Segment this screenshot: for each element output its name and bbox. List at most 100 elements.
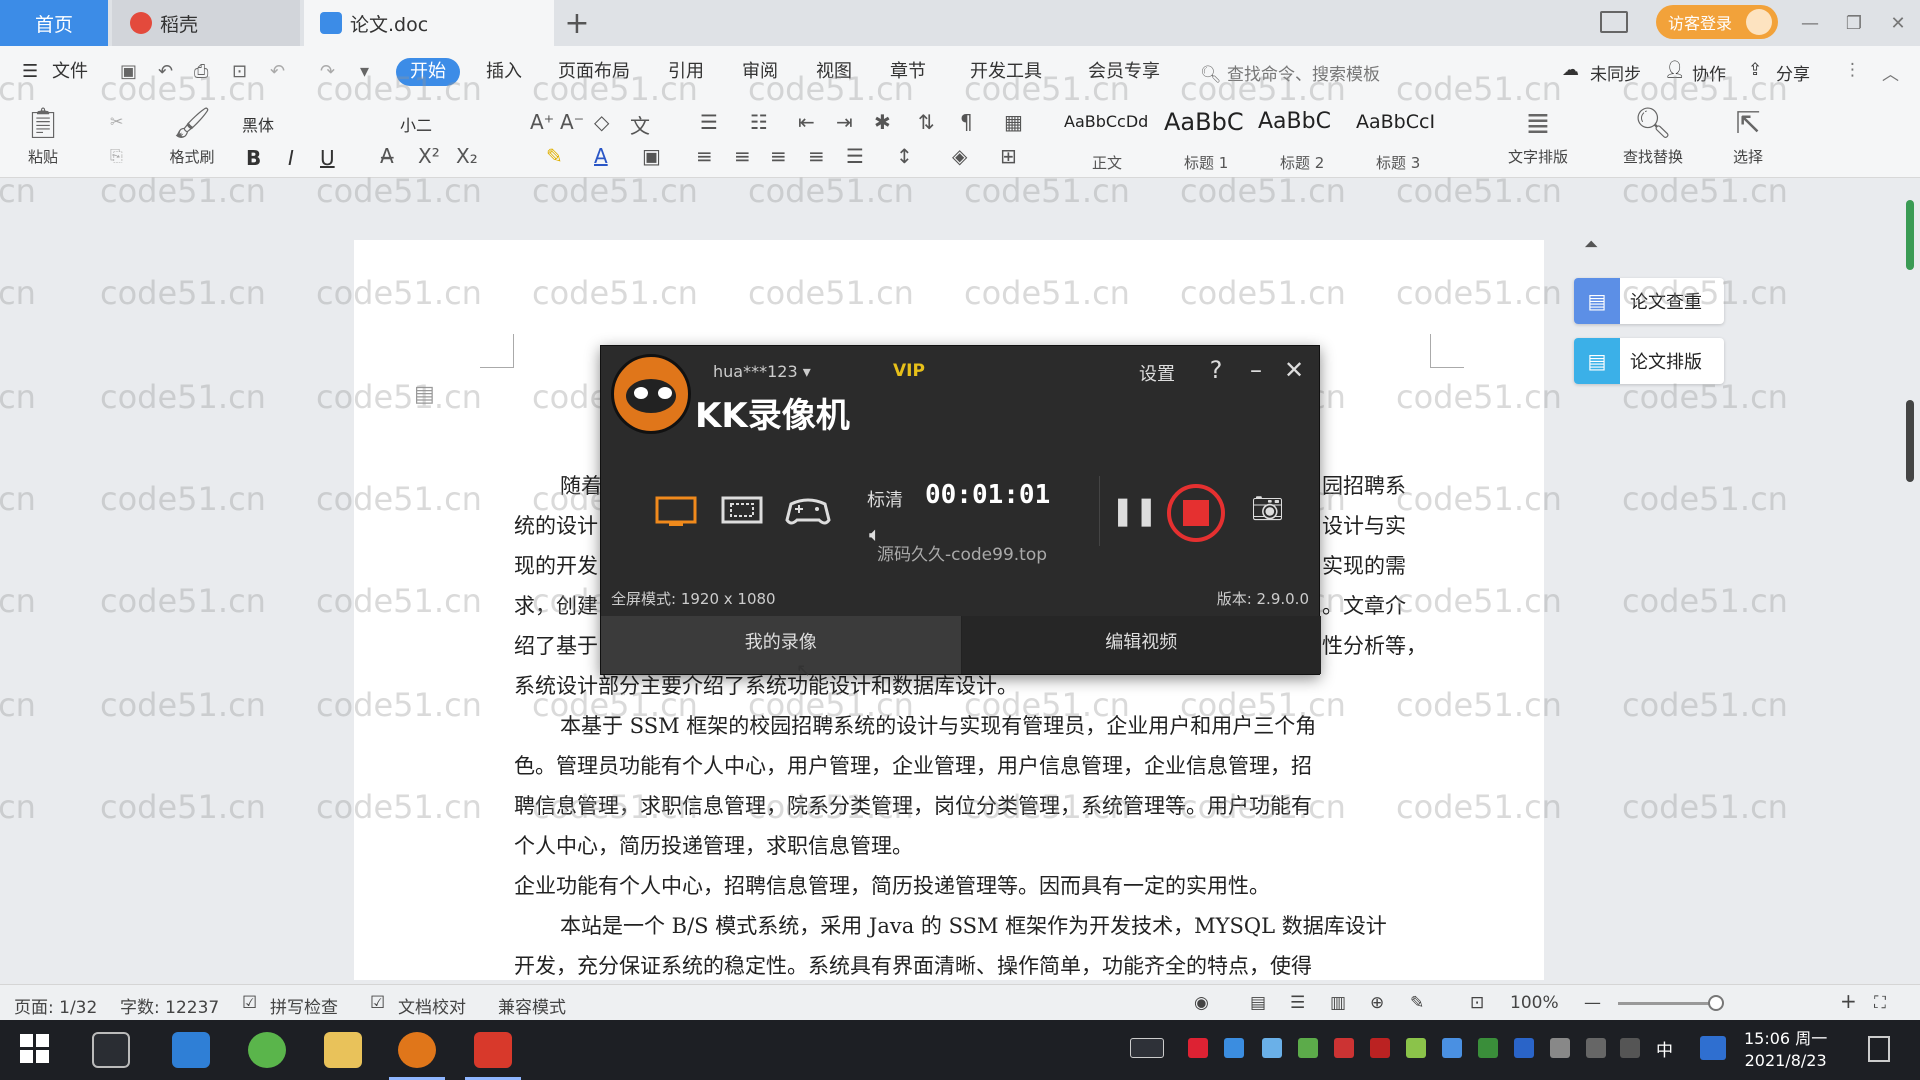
format-painter-button[interactable]: 🖌︎ 格式刷	[162, 106, 222, 167]
style-normal-preview[interactable]: AaBbCcDd	[1064, 112, 1148, 131]
fit-page-icon[interactable]: ⊡	[1470, 993, 1484, 1013]
tab-home[interactable]: 首页	[0, 0, 108, 46]
record-stop-button[interactable]	[1167, 484, 1225, 542]
hamburger-icon[interactable]: ☰	[22, 58, 38, 86]
kk-vip-badge[interactable]: VIP	[893, 361, 925, 381]
subscript-icon[interactable]: X₂	[456, 144, 478, 168]
proof-button[interactable]: 文档校对	[398, 993, 466, 1018]
paste-button[interactable]: 📋︎ 粘贴	[18, 106, 68, 167]
keyboard-tray-icon[interactable]	[1130, 1038, 1164, 1058]
phonetic-icon[interactable]: 文	[630, 110, 650, 139]
tray-app-icon-4[interactable]	[1334, 1038, 1354, 1058]
taskbar-clock[interactable]: 15:06 周一 2021/8/23	[1744, 1028, 1827, 1072]
tray-app-icon-6[interactable]	[1406, 1038, 1426, 1058]
sync-status[interactable]: 未同步	[1590, 60, 1641, 85]
eye-protect-icon[interactable]: ◉	[1194, 993, 1209, 1013]
clear-format-icon[interactable]: ◇	[594, 110, 609, 134]
select-button[interactable]: ⇱ 选择	[1720, 106, 1776, 167]
tray-shield-icon[interactable]	[1262, 1038, 1282, 1058]
search-pinwheel-icon[interactable]	[92, 1032, 130, 1068]
write-view-icon[interactable]: ✎	[1410, 993, 1424, 1013]
table-icon[interactable]: ▦	[1004, 110, 1023, 134]
undo-icon[interactable]: ↶	[158, 58, 173, 86]
menu-start[interactable]: 开始	[396, 58, 460, 86]
copy-icon[interactable]: ⎘	[110, 146, 123, 166]
menu-dev-tools[interactable]: 开发工具	[970, 58, 1042, 86]
menu-file[interactable]: 文件	[52, 58, 88, 86]
fullscreen-mode-icon[interactable]	[653, 494, 699, 528]
tray-app-icon-8[interactable]	[1478, 1038, 1498, 1058]
page-view-icon[interactable]: ▤	[1250, 993, 1266, 1013]
zoom-slider-knob[interactable]	[1708, 995, 1724, 1011]
align-center-icon[interactable]: ≡	[734, 144, 751, 168]
save-icon[interactable]: ▣	[120, 58, 137, 86]
minimize-icon[interactable]: —	[1788, 13, 1832, 34]
char-border-icon[interactable]: ▣	[642, 144, 661, 168]
show-marks-icon[interactable]: ¶	[960, 110, 973, 134]
font-color-icon[interactable]: A	[594, 144, 608, 168]
style-h2-preview[interactable]: AaBbC	[1258, 109, 1331, 134]
preview-icon[interactable]: ⊡	[232, 58, 247, 86]
zoom-level[interactable]: 100%	[1510, 993, 1559, 1013]
login-button[interactable]: 访客登录	[1656, 5, 1778, 39]
menu-page-layout[interactable]: 页面布局	[558, 58, 630, 86]
scrollbar-accent[interactable]	[1906, 200, 1914, 270]
kk-close-button[interactable]: ✕	[1279, 356, 1309, 384]
tab-daoke[interactable]: 稻壳	[112, 0, 300, 46]
paper-check-button[interactable]: ▤ 论文查重	[1574, 278, 1724, 324]
zoom-in-icon[interactable]: +	[1840, 989, 1857, 1013]
ime-indicator[interactable]: 中	[1656, 1036, 1673, 1061]
windows-start-icon[interactable]	[20, 1034, 50, 1064]
shrink-font-icon[interactable]: A⁻	[560, 110, 584, 134]
kk-quality-select[interactable]: 标清	[867, 486, 903, 512]
kk-taskbar-icon[interactable]	[398, 1032, 436, 1068]
ime-app-icon[interactable]	[1700, 1036, 1726, 1060]
tab-document[interactable]: 论文.doc	[304, 0, 554, 46]
menu-view[interactable]: 视图	[816, 58, 852, 86]
tray-app-icon-2[interactable]	[1224, 1038, 1244, 1058]
printer-tray-icon[interactable]	[1550, 1038, 1570, 1058]
underline-button[interactable]: U	[320, 146, 335, 170]
sort-icon[interactable]: ⇅	[918, 110, 935, 134]
border-icon[interactable]: ⊞	[1000, 144, 1017, 168]
menu-review[interactable]: 审阅	[742, 58, 778, 86]
doc-outline-icon[interactable]: ▤	[414, 382, 435, 407]
region-mode-icon[interactable]	[719, 494, 765, 528]
justify-icon[interactable]: ≡	[808, 144, 825, 168]
superscript-icon[interactable]: X²	[418, 144, 440, 168]
kk-settings-button[interactable]: 设置	[1139, 360, 1175, 386]
distribute-icon[interactable]: ☰	[846, 144, 864, 168]
tray-app-icon-7[interactable]	[1442, 1038, 1462, 1058]
chinese-layout-icon[interactable]: ✱	[874, 110, 891, 134]
fullscreen-icon[interactable]: ⛶	[1874, 993, 1886, 1013]
undo2-icon[interactable]: ↶	[270, 58, 285, 86]
paper-layout-button[interactable]: ▤ 论文排版	[1574, 338, 1724, 384]
close-icon[interactable]: ✕	[1876, 13, 1920, 34]
menu-references[interactable]: 引用	[668, 58, 704, 86]
menu-chapter[interactable]: 章节	[890, 58, 926, 86]
page-indicator[interactable]: 页面: 1/32	[14, 993, 97, 1018]
file-explorer-icon[interactable]	[324, 1032, 362, 1068]
spell-check-button[interactable]: 拼写检查	[270, 993, 338, 1018]
increase-indent-icon[interactable]: ⇥	[836, 110, 853, 134]
word-count[interactable]: 字数: 12237	[120, 993, 219, 1018]
redo-icon[interactable]: ↷	[320, 58, 335, 86]
zoom-out-icon[interactable]: —	[1584, 993, 1601, 1013]
kk-username[interactable]: hua***123 ▾	[713, 362, 811, 381]
restore-icon[interactable]: ❐	[1832, 13, 1876, 34]
collapse-ribbon-icon[interactable]: ︿	[1882, 60, 1899, 85]
web-view-icon[interactable]: ⊕	[1370, 993, 1384, 1013]
menu-insert[interactable]: 插入	[486, 58, 522, 86]
ie-browser-icon[interactable]	[172, 1032, 210, 1068]
panel-collapse-icon[interactable]: ⏶	[1584, 234, 1598, 255]
kk-minimize-button[interactable]: –	[1241, 356, 1271, 384]
kk-tab-edit-video[interactable]: 编辑视频	[961, 616, 1321, 674]
new-tab-button[interactable]: +	[562, 6, 592, 41]
bold-button[interactable]: B	[246, 146, 261, 170]
command-search[interactable]: 🔍︎ 查找命令、搜索模板	[1200, 60, 1380, 85]
shading-icon[interactable]: ◈	[952, 144, 967, 168]
line-spacing-icon[interactable]: ↕	[896, 144, 913, 168]
grow-font-icon[interactable]: A⁺	[530, 110, 554, 134]
collab-button[interactable]: 协作	[1692, 60, 1726, 85]
kk-tab-my-recordings[interactable]: 我的录像	[601, 616, 962, 674]
